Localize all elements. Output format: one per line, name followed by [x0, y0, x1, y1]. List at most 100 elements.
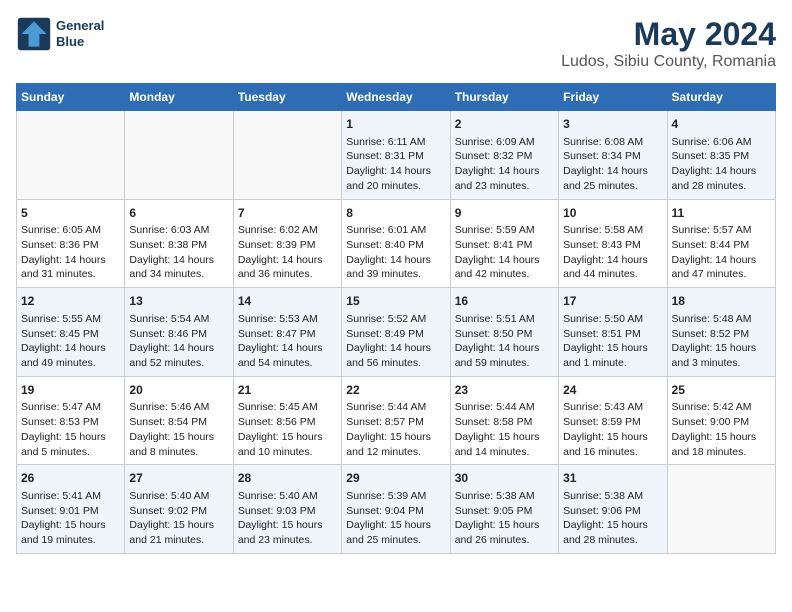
week-row-4: 19Sunrise: 5:47 AMSunset: 8:53 PMDayligh…	[17, 376, 776, 465]
cell-content: Sunrise: 5:44 AM	[455, 400, 554, 415]
calendar-cell: 11Sunrise: 5:57 AMSunset: 8:44 PMDayligh…	[667, 199, 775, 288]
cell-content: Daylight: 15 hours	[238, 430, 337, 445]
cell-content: Daylight: 14 hours	[672, 164, 771, 179]
subtitle: Ludos, Sibiu County, Romania	[561, 53, 776, 71]
cell-content: Sunset: 8:43 PM	[563, 238, 662, 253]
cell-content: and 59 minutes.	[455, 356, 554, 371]
cell-content: Daylight: 14 hours	[238, 341, 337, 356]
calendar-cell: 17Sunrise: 5:50 AMSunset: 8:51 PMDayligh…	[559, 288, 667, 377]
day-number: 23	[455, 382, 554, 399]
day-number: 14	[238, 293, 337, 310]
cell-content: Sunset: 8:56 PM	[238, 415, 337, 430]
cell-content: Sunrise: 6:03 AM	[129, 223, 228, 238]
calendar-table: SundayMondayTuesdayWednesdayThursdayFrid…	[16, 83, 776, 554]
cell-content: Daylight: 15 hours	[238, 518, 337, 533]
calendar-cell: 27Sunrise: 5:40 AMSunset: 9:02 PMDayligh…	[125, 465, 233, 554]
calendar-cell	[125, 111, 233, 200]
cell-content: Sunrise: 5:43 AM	[563, 400, 662, 415]
day-number: 17	[563, 293, 662, 310]
calendar-cell: 30Sunrise: 5:38 AMSunset: 9:05 PMDayligh…	[450, 465, 558, 554]
cell-content: and 1 minute.	[563, 356, 662, 371]
cell-content: Sunset: 8:31 PM	[346, 149, 445, 164]
cell-content: Sunrise: 6:08 AM	[563, 135, 662, 150]
cell-content: Sunset: 9:06 PM	[563, 504, 662, 519]
cell-content: and 19 minutes.	[21, 533, 120, 548]
calendar-cell: 9Sunrise: 5:59 AMSunset: 8:41 PMDaylight…	[450, 199, 558, 288]
cell-content: Sunrise: 5:55 AM	[21, 312, 120, 327]
calendar-cell: 4Sunrise: 6:06 AMSunset: 8:35 PMDaylight…	[667, 111, 775, 200]
cell-content: Daylight: 15 hours	[563, 341, 662, 356]
cell-content: Sunset: 9:02 PM	[129, 504, 228, 519]
logo-icon	[16, 16, 52, 52]
cell-content: Sunrise: 5:39 AM	[346, 489, 445, 504]
calendar-cell: 12Sunrise: 5:55 AMSunset: 8:45 PMDayligh…	[17, 288, 125, 377]
cell-content: Sunset: 8:51 PM	[563, 327, 662, 342]
cell-content: Sunrise: 6:09 AM	[455, 135, 554, 150]
cell-content: Daylight: 14 hours	[21, 341, 120, 356]
cell-content: and 8 minutes.	[129, 445, 228, 460]
day-number: 2	[455, 116, 554, 133]
cell-content: Daylight: 15 hours	[563, 430, 662, 445]
cell-content: Sunrise: 5:46 AM	[129, 400, 228, 415]
cell-content: Sunset: 8:41 PM	[455, 238, 554, 253]
calendar-cell: 19Sunrise: 5:47 AMSunset: 8:53 PMDayligh…	[17, 376, 125, 465]
cell-content: Sunrise: 5:57 AM	[672, 223, 771, 238]
calendar-cell: 23Sunrise: 5:44 AMSunset: 8:58 PMDayligh…	[450, 376, 558, 465]
cell-content: Sunrise: 5:58 AM	[563, 223, 662, 238]
cell-content: Sunset: 9:00 PM	[672, 415, 771, 430]
calendar-cell: 10Sunrise: 5:58 AMSunset: 8:43 PMDayligh…	[559, 199, 667, 288]
day-number: 11	[672, 205, 771, 222]
cell-content: Sunrise: 6:01 AM	[346, 223, 445, 238]
day-number: 21	[238, 382, 337, 399]
cell-content: Daylight: 15 hours	[21, 430, 120, 445]
day-number: 24	[563, 382, 662, 399]
cell-content: Sunset: 8:49 PM	[346, 327, 445, 342]
cell-content: Sunrise: 5:42 AM	[672, 400, 771, 415]
header-row: SundayMondayTuesdayWednesdayThursdayFrid…	[17, 84, 776, 111]
day-number: 1	[346, 116, 445, 133]
cell-content: Daylight: 15 hours	[672, 341, 771, 356]
cell-content: Daylight: 15 hours	[129, 430, 228, 445]
calendar-cell: 22Sunrise: 5:44 AMSunset: 8:57 PMDayligh…	[342, 376, 450, 465]
column-header-thursday: Thursday	[450, 84, 558, 111]
calendar-cell: 14 Sunrise: 5:53 AMSunset: 8:47 PMDayligh…	[233, 288, 341, 377]
day-number: 6	[129, 205, 228, 222]
cell-content: Sunrise: 6:05 AM	[21, 223, 120, 238]
calendar-cell: 15Sunrise: 5:52 AMSunset: 8:49 PMDayligh…	[342, 288, 450, 377]
cell-content: and 44 minutes.	[563, 267, 662, 282]
cell-content: Sunrise: 5:40 AM	[129, 489, 228, 504]
cell-content: Daylight: 14 hours	[238, 253, 337, 268]
page-header: General Blue May 2024 Ludos, Sibiu Count…	[16, 16, 776, 71]
cell-content: Sunset: 8:50 PM	[455, 327, 554, 342]
day-number: 4	[672, 116, 771, 133]
cell-content: Sunset: 8:47 PM	[238, 327, 337, 342]
cell-content: and 5 minutes.	[21, 445, 120, 460]
cell-content: Sunset: 8:34 PM	[563, 149, 662, 164]
cell-content: Sunrise: 6:02 AM	[238, 223, 337, 238]
cell-content: and 39 minutes.	[346, 267, 445, 282]
cell-content: Sunrise: 5:51 AM	[455, 312, 554, 327]
cell-content: Daylight: 15 hours	[129, 518, 228, 533]
cell-content: Sunset: 9:04 PM	[346, 504, 445, 519]
calendar-cell: 16Sunrise: 5:51 AMSunset: 8:50 PMDayligh…	[450, 288, 558, 377]
calendar-cell	[233, 111, 341, 200]
cell-content: Sunset: 8:44 PM	[672, 238, 771, 253]
week-row-3: 12Sunrise: 5:55 AMSunset: 8:45 PMDayligh…	[17, 288, 776, 377]
cell-content: and 18 minutes.	[672, 445, 771, 460]
cell-content: Sunrise: 5:53 AM	[238, 312, 337, 327]
cell-content: Sunrise: 5:38 AM	[455, 489, 554, 504]
cell-content: and 28 minutes.	[563, 533, 662, 548]
cell-content: and 28 minutes.	[672, 179, 771, 194]
cell-content: Daylight: 15 hours	[563, 518, 662, 533]
cell-content: Sunrise: 5:59 AM	[455, 223, 554, 238]
day-number: 12	[21, 293, 120, 310]
column-header-saturday: Saturday	[667, 84, 775, 111]
cell-content: and 56 minutes.	[346, 356, 445, 371]
cell-content: Sunset: 8:32 PM	[455, 149, 554, 164]
cell-content: Sunrise: 5:54 AM	[129, 312, 228, 327]
day-number: 22	[346, 382, 445, 399]
title-block: May 2024 Ludos, Sibiu County, Romania	[561, 16, 776, 71]
cell-content: Daylight: 14 hours	[563, 253, 662, 268]
cell-content: and 34 minutes.	[129, 267, 228, 282]
main-title: May 2024	[561, 16, 776, 53]
